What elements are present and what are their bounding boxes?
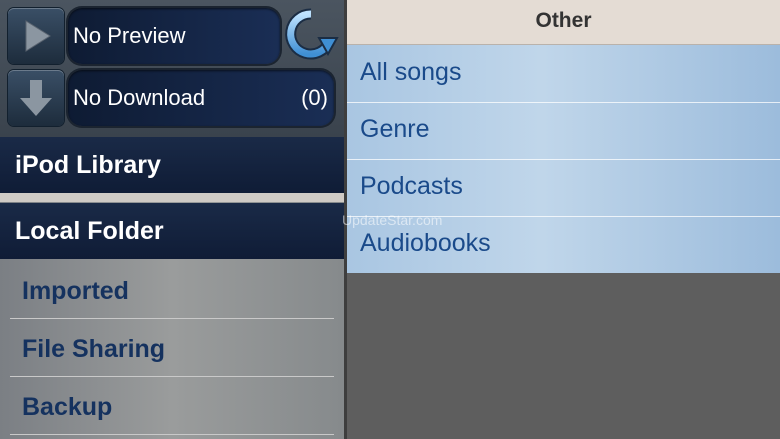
download-button[interactable] <box>8 70 64 126</box>
refresh-icon <box>285 8 339 60</box>
play-button[interactable] <box>8 8 64 64</box>
category-list: All songs Genre Podcasts Audiobooks <box>347 45 780 273</box>
sidebar-item-label: Backup <box>22 393 113 421</box>
section-divider <box>0 193 344 202</box>
download-arrow-icon <box>20 80 52 116</box>
ipod-library-label: iPod Library <box>15 151 161 179</box>
refresh-button[interactable] <box>283 8 339 64</box>
preview-label: No Preview <box>73 23 186 48</box>
list-item-label: All songs <box>360 58 462 86</box>
local-folder-label: Local Folder <box>15 217 164 245</box>
sidebar-item-imported[interactable]: Imported <box>10 261 334 319</box>
sidebar-item-file-sharing[interactable]: File Sharing <box>10 319 334 377</box>
sidebar-item-local-folder[interactable]: Local Folder <box>0 203 344 259</box>
preview-display: No Preview <box>68 8 280 64</box>
sidebar-item-ipod-library[interactable]: iPod Library <box>0 137 344 193</box>
download-label: No Download <box>73 85 206 110</box>
watermark-text: UpdateStar.com <box>342 212 443 228</box>
download-count: (0) <box>301 85 328 110</box>
sidebar-item-label: Imported <box>22 277 129 305</box>
player-controls: No Preview No Download (0) <box>0 0 344 137</box>
play-icon <box>25 20 51 52</box>
list-item-genre[interactable]: Genre <box>347 102 780 160</box>
list-item-label: Podcasts <box>360 172 463 200</box>
main-header: Other <box>347 0 780 45</box>
list-item-podcasts[interactable]: Podcasts <box>347 159 780 217</box>
list-item-all-songs[interactable]: All songs <box>347 45 780 103</box>
left-panel: No Preview No Download (0) iPod Library … <box>0 0 344 439</box>
sidebar-item-backup[interactable]: Backup <box>10 377 334 435</box>
download-display: No Download (0) <box>68 70 334 126</box>
list-item-label: Audiobooks <box>360 229 491 257</box>
list-item-label: Genre <box>360 115 430 143</box>
sidebar-item-label: File Sharing <box>22 335 166 363</box>
page-title: Other <box>535 9 592 32</box>
